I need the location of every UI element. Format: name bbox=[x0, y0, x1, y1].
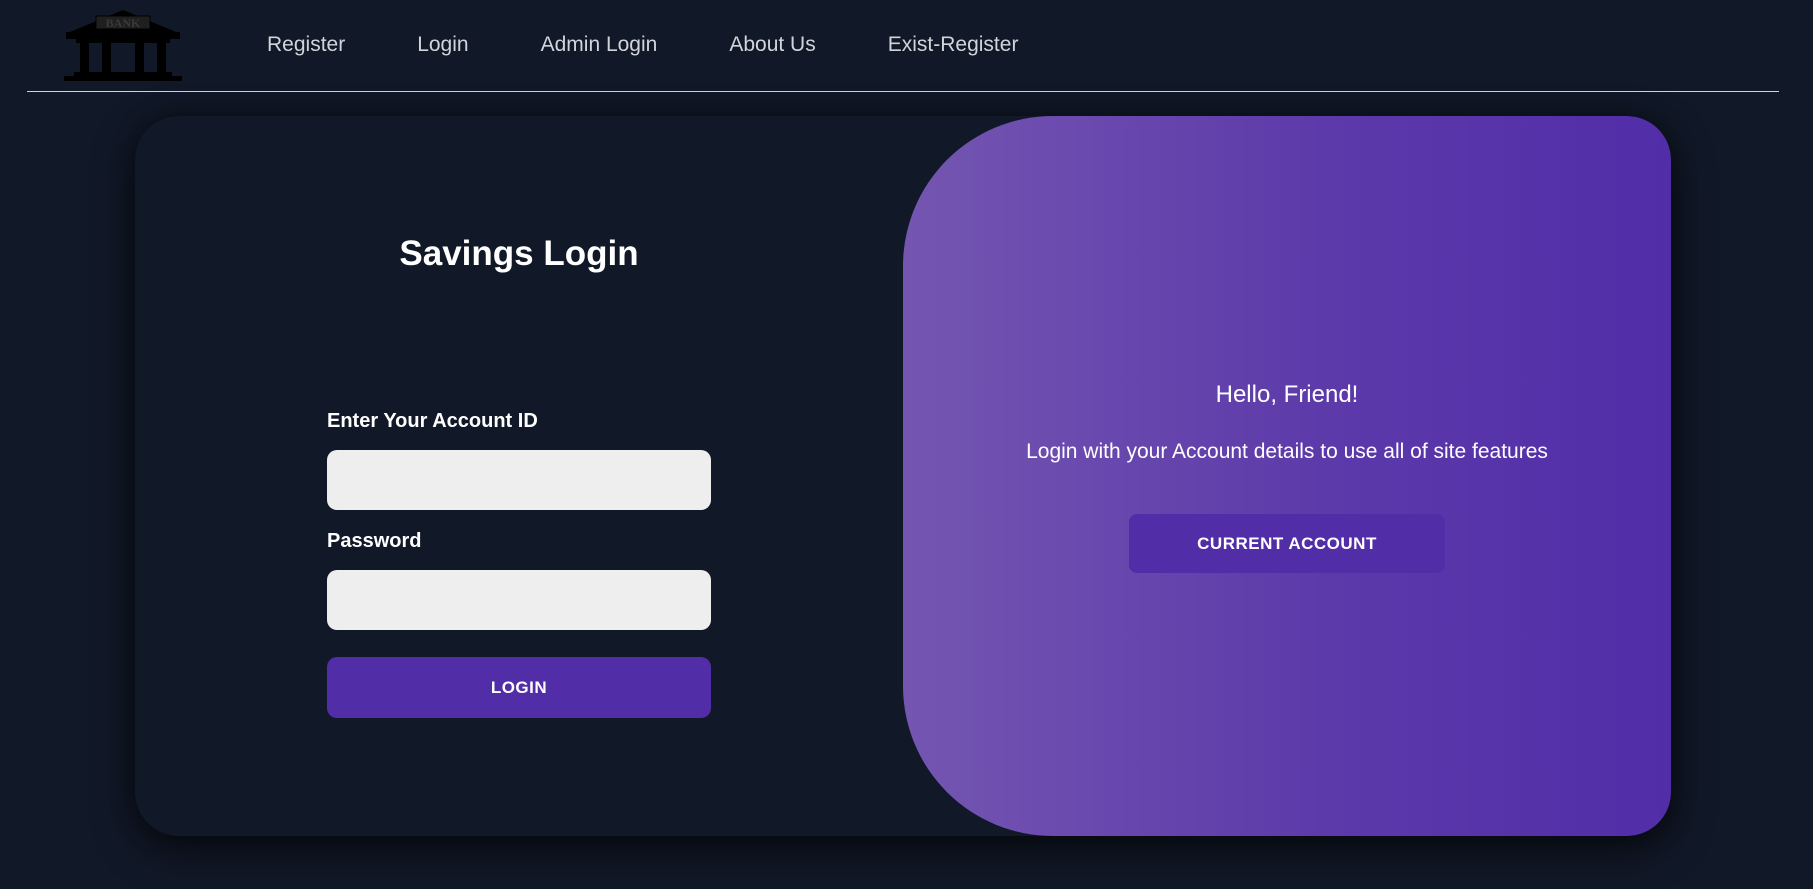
welcome-panel: Hello, Friend! Login with your Account d… bbox=[903, 116, 1671, 836]
account-id-label: Enter Your Account ID bbox=[327, 410, 538, 432]
nav-admin-login-link[interactable]: Admin Login bbox=[541, 30, 658, 60]
current-account-button[interactable]: CURRENT ACCOUNT bbox=[1129, 514, 1445, 573]
nav-login-link[interactable]: Login bbox=[417, 30, 468, 60]
login-button[interactable]: LOGIN bbox=[327, 657, 711, 718]
password-input[interactable] bbox=[327, 570, 711, 630]
welcome-text: Login with your Account details to use a… bbox=[1026, 440, 1548, 463]
nav-menu: Register Login Admin Login About Us Exis… bbox=[267, 30, 1090, 60]
nav-about-us-link[interactable]: About Us bbox=[729, 30, 815, 60]
account-id-input[interactable] bbox=[327, 450, 711, 510]
bank-logo-text: BANK bbox=[106, 16, 141, 30]
login-card: Savings Login Enter Your Account ID Pass… bbox=[135, 116, 1671, 836]
welcome-title: Hello, Friend! bbox=[1215, 381, 1359, 408]
nav-divider bbox=[27, 91, 1779, 92]
savings-login-form: Savings Login Enter Your Account ID Pass… bbox=[135, 116, 903, 836]
nav-register-link[interactable]: Register bbox=[267, 30, 345, 60]
bank-logo[interactable]: BANK bbox=[62, 8, 184, 82]
navbar: BANK Register Login Admin Login About Us… bbox=[0, 0, 1813, 92]
bank-building-icon: BANK bbox=[64, 10, 182, 81]
nav-exist-register-link[interactable]: Exist-Register bbox=[888, 30, 1019, 60]
form-title: Savings Login bbox=[399, 234, 639, 273]
password-label: Password bbox=[327, 530, 422, 552]
